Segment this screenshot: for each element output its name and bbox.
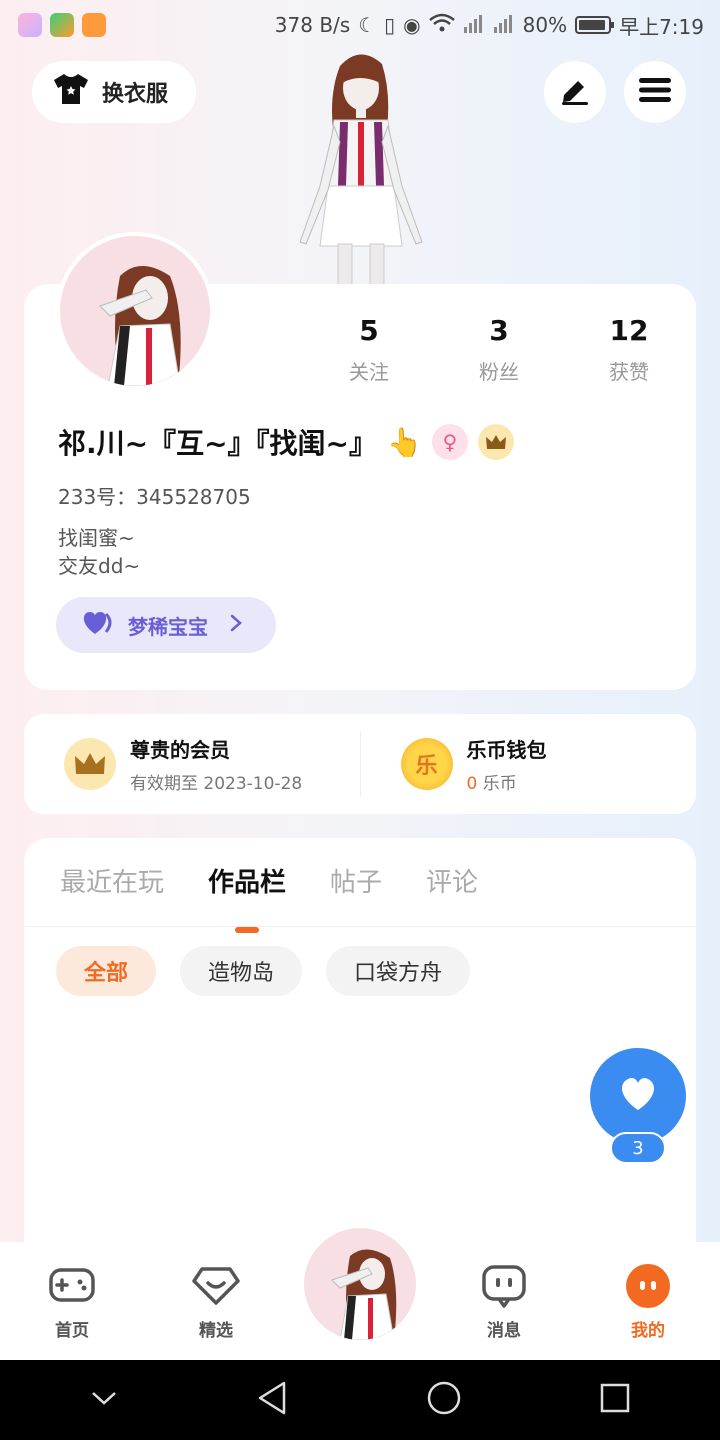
- likes-stat[interactable]: 12 获赞: [564, 314, 694, 385]
- female-gender-badge: ♀: [431, 424, 468, 460]
- eye-icon: ◉: [403, 13, 421, 37]
- signal-icon-2: [493, 13, 515, 38]
- followers-stat[interactable]: 3 粉丝: [434, 314, 564, 385]
- avatar-character-figure[interactable]: [290, 46, 430, 287]
- wallet-title: 乐币钱包: [466, 738, 547, 762]
- tab-comments[interactable]: 评论: [426, 862, 478, 899]
- chip-all[interactable]: 全部: [56, 946, 157, 996]
- change-outfit-label: 换衣服: [102, 82, 169, 107]
- bio: 找闺蜜~ 交友dd~: [58, 524, 140, 580]
- nav-me[interactable]: 我的: [598, 1262, 698, 1341]
- nav-featured[interactable]: 精选: [166, 1262, 266, 1341]
- following-stat[interactable]: 5 关注: [304, 314, 434, 385]
- nav-avatar-button[interactable]: [304, 1228, 416, 1340]
- coin-icon: 乐: [400, 738, 453, 790]
- chip-pocket-ark[interactable]: 口袋方舟: [326, 946, 471, 996]
- nav-featured-label: 精选: [199, 1321, 233, 1341]
- crown-badge-icon[interactable]: [477, 424, 514, 460]
- moon-icon: ☾: [358, 13, 377, 37]
- chat-icon: [480, 1262, 528, 1310]
- following-count: 5: [359, 314, 379, 347]
- profile-stats: 5 关注 3 粉丝 12 获赞: [304, 314, 694, 385]
- nav-home[interactable]: 首页: [22, 1262, 122, 1341]
- nav-messages[interactable]: 消息: [454, 1262, 554, 1341]
- video-app-icon: [50, 13, 74, 37]
- pencil-icon: [558, 75, 592, 109]
- filter-chips: 全部 造物岛 口袋方舟: [56, 946, 471, 996]
- vip-section[interactable]: 尊贵的会员 有效期至 2023-10-28: [24, 734, 360, 794]
- nav-me-label: 我的: [631, 1321, 665, 1341]
- following-label: 关注: [349, 360, 389, 384]
- heart-icon: [618, 1076, 658, 1116]
- notification-icons: [18, 13, 106, 37]
- heart-outline-icon: [192, 1262, 240, 1310]
- pointing-emoji: 👆: [387, 425, 422, 459]
- menu-button[interactable]: [624, 61, 686, 123]
- tshirt-icon: [52, 72, 90, 112]
- crown-icon: [64, 738, 116, 790]
- followers-count: 3: [489, 314, 509, 347]
- tab-posts[interactable]: 帖子: [330, 862, 382, 899]
- tab-recently-played[interactable]: 最近在玩: [60, 862, 164, 899]
- signal-icon: [463, 13, 485, 38]
- nav-home-label: 首页: [55, 1321, 89, 1341]
- like-button[interactable]: [590, 1048, 686, 1144]
- membership-card: 尊贵的会员 有效期至 2023-10-28 乐 乐币钱包 0 乐币: [24, 714, 696, 814]
- purple-heart-icon: [82, 610, 116, 641]
- wallet-amount: 0: [466, 774, 478, 794]
- home-circle-icon[interactable]: [426, 1380, 462, 1420]
- nickname: 祁.川~『互~』『找闺~』: [58, 427, 378, 460]
- chevron-right-icon: [230, 613, 242, 637]
- tab-divider: [24, 926, 696, 927]
- pet-chip-button[interactable]: 梦稀宝宝: [56, 597, 276, 653]
- back-triangle-icon[interactable]: [256, 1380, 288, 1420]
- likes-count: 12: [609, 314, 649, 347]
- content-panel: 最近在玩 作品栏 帖子 评论 全部 造物岛 口袋方舟: [24, 838, 696, 1258]
- battery-icon: [575, 16, 615, 34]
- bio-line-1: 找闺蜜~: [58, 526, 135, 550]
- system-nav-bar: [0, 1360, 720, 1440]
- collapse-chevron-icon[interactable]: [89, 1388, 119, 1412]
- chip-creation-island[interactable]: 造物岛: [180, 946, 303, 996]
- nickname-row: 祁.川~『互~』『找闺~』 👆 ♀: [58, 422, 514, 462]
- play-app-icon: [82, 13, 106, 37]
- wallet-section[interactable]: 乐 乐币钱包 0 乐币: [361, 734, 697, 794]
- battery-percent: 80%: [522, 13, 568, 37]
- wallet-unit: 乐币: [482, 774, 517, 794]
- status-bar: 378 B/s ☾ ▯ ◉ 80% 早上7:19: [0, 0, 720, 50]
- content-tabs: 最近在玩 作品栏 帖子 评论: [60, 862, 478, 899]
- bio-line-2: 交友dd~: [58, 554, 141, 578]
- vip-title: 尊贵的会员: [130, 738, 230, 762]
- tab-works[interactable]: 作品栏: [208, 862, 286, 899]
- vip-expiry: 有效期至 2023-10-28: [130, 774, 303, 794]
- gamepad-icon: [48, 1262, 96, 1310]
- vibrate-icon: ▯: [384, 13, 396, 37]
- user-id: 233号：345528705: [58, 485, 251, 509]
- hamburger-icon: [639, 77, 671, 107]
- network-speed: 378 B/s: [274, 13, 351, 37]
- wallet-balance: 0 乐币: [467, 769, 547, 794]
- like-count-badge: 3: [610, 1132, 666, 1164]
- change-outfit-button[interactable]: 换衣服: [32, 61, 196, 123]
- clock: 早上7:19: [619, 14, 704, 39]
- nav-messages-label: 消息: [487, 1321, 521, 1341]
- avatar[interactable]: [56, 232, 214, 390]
- likes-label: 获赞: [609, 360, 649, 384]
- app-notification-icon: [18, 13, 42, 37]
- pet-label: 梦稀宝宝: [128, 614, 208, 639]
- me-face-icon: [624, 1262, 672, 1310]
- wifi-icon: [428, 13, 455, 38]
- followers-label: 粉丝: [479, 360, 519, 384]
- recents-square-icon[interactable]: [599, 1382, 631, 1418]
- edit-profile-button[interactable]: [544, 61, 606, 123]
